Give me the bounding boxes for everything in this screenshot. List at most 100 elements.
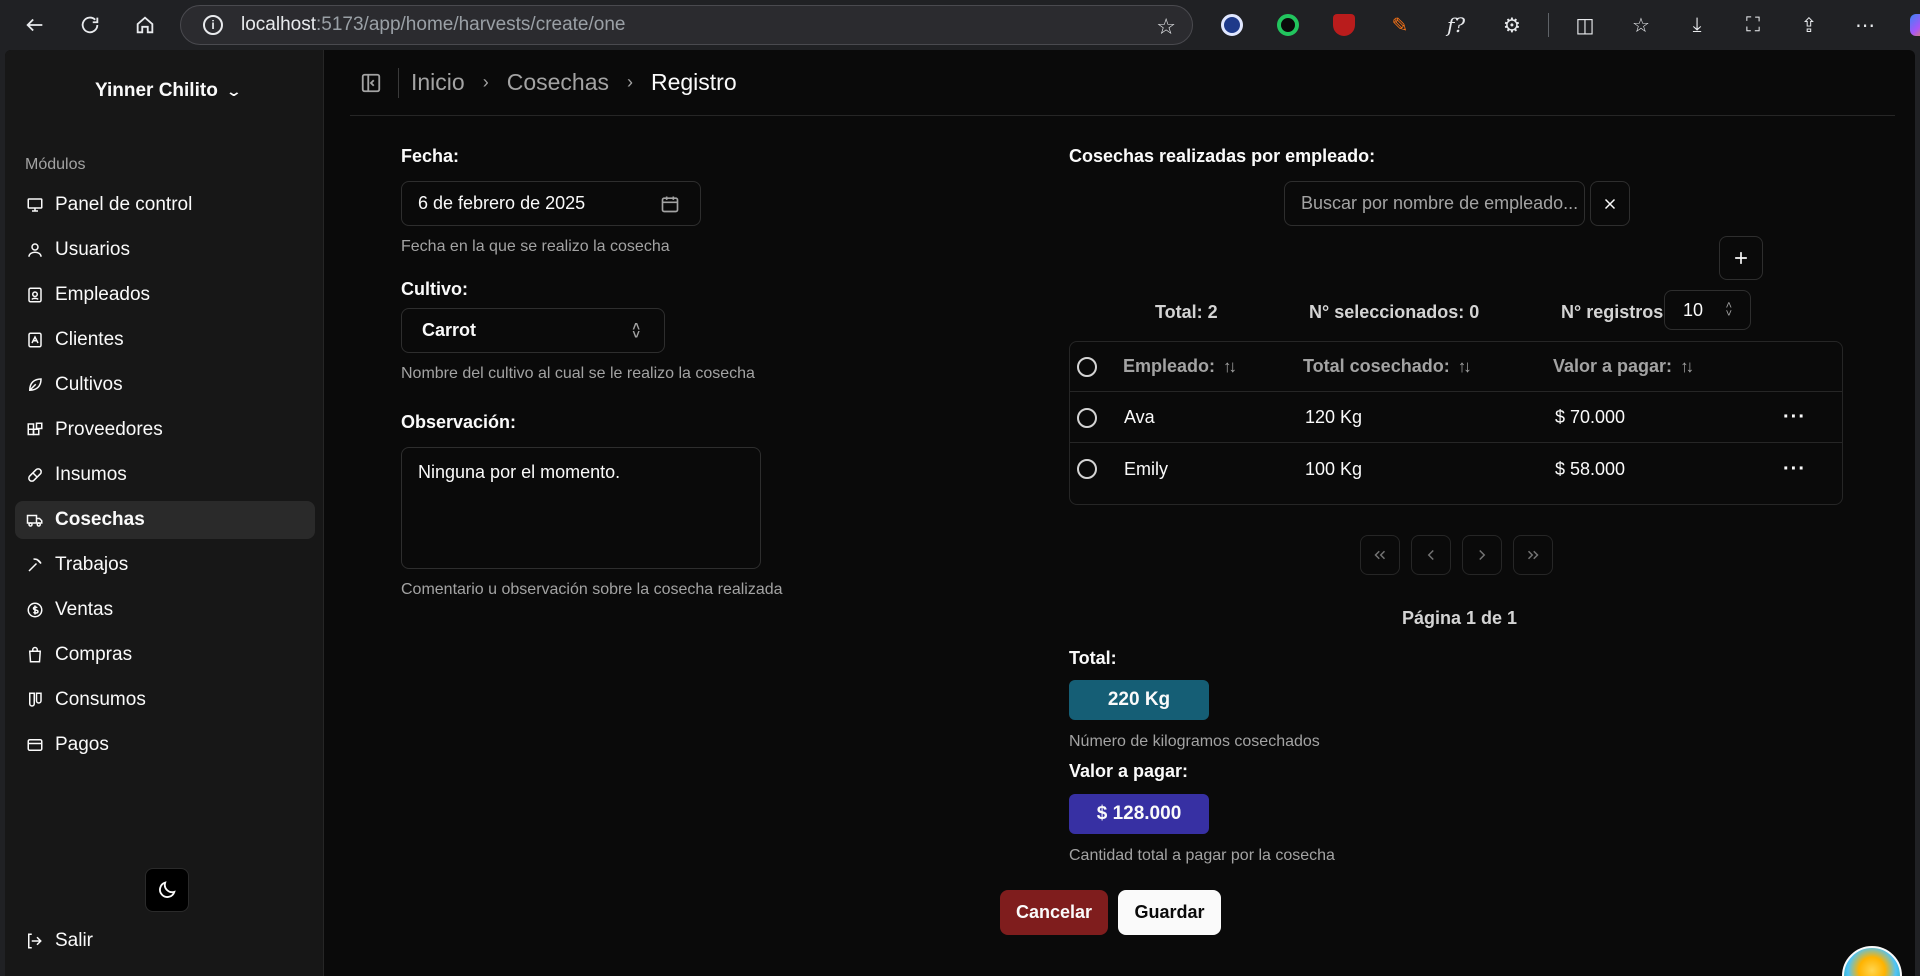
split-screen-icon[interactable]: ◫ [1565,5,1605,45]
extensions-puzzle-icon[interactable]: ⚙ [1492,5,1532,45]
favorite-star-icon[interactable]: ☆ [1156,14,1176,40]
home-icon[interactable] [125,5,165,45]
sort-icon: ↑↓ [1457,356,1472,376]
sort-icon: ↑↓ [1223,356,1237,376]
theme-toggle-button[interactable] [145,868,189,912]
row-actions-icon[interactable]: ··· [1783,406,1806,429]
first-page-button[interactable] [1360,535,1400,575]
sidebar-item-employees[interactable]: Empleados [15,276,315,314]
row-select-radio[interactable] [1077,459,1097,479]
select-all-radio[interactable] [1077,356,1097,377]
extension-target-icon[interactable] [1268,5,1308,45]
date-help: Fecha en la que se realizo la cosecha [401,238,670,255]
sidebar-item-clients[interactable]: Clientes [15,321,315,359]
chevron-down-icon: ⌄ [225,82,242,99]
observation-label: Observación: [401,412,517,432]
sidebar: Yinner Chilito ⌄ Módulos Panel de contro… [5,50,324,976]
table-row[interactable]: Ava 120 Kg $ 70.000 ··· [1070,393,1842,443]
sidebar-item-sales[interactable]: Ventas [15,591,315,629]
sidebar-item-label: Clientes [55,329,124,350]
extension-ublock-icon[interactable] [1324,5,1364,45]
sidebar-item-harvests[interactable]: Cosechas [15,501,315,539]
sidebar-item-panel[interactable]: Panel de control [15,186,315,224]
sidebar-item-supplies[interactable]: Insumos [15,456,315,494]
sidebar-item-label: Proveedores [55,419,163,440]
extension-shield-icon[interactable] [1212,5,1252,45]
more-menu-icon[interactable]: ⋯ [1845,5,1885,45]
share-icon[interactable]: ⇪ [1789,5,1829,45]
pill-icon [25,465,45,485]
pay-badge: $ 128.000 [1069,794,1209,834]
sidebar-item-purchases[interactable]: Compras [15,636,315,674]
calendar-icon [661,196,679,212]
sidebar-item-users[interactable]: Usuarios [15,231,315,269]
last-page-button[interactable] [1513,535,1553,575]
date-value: 6 de febrero de 2025 [418,193,586,213]
monitor-icon [25,195,45,215]
add-harvest-button[interactable] [1719,236,1763,280]
date-picker[interactable]: 6 de febrero de 2025 [401,181,701,226]
user-name: Yinner Chilito [95,80,218,101]
extension-function-icon[interactable]: f? [1436,5,1476,45]
records-value: 10 [1683,299,1704,320]
sidebar-item-payments[interactable]: Pagos [15,726,315,764]
cell-total: 100 Kg [1305,458,1363,479]
column-employee[interactable]: Empleado: ↑↓ [1123,356,1237,377]
downloads-icon[interactable]: ⤓ [1677,5,1717,45]
close-icon [1604,198,1616,209]
table-row[interactable]: Emily 100 Kg $ 58.000 ··· [1070,444,1842,494]
logout-button[interactable]: Salir [25,930,93,952]
records-per-page-select[interactable]: 10 ˄ ˅ [1664,290,1751,330]
harvests-title: Cosechas realizadas por empleado: [1069,146,1376,166]
crop-select[interactable]: Carrot ˄ ˅ [401,308,665,353]
screenshot-icon[interactable]: ⛶ [1733,5,1773,45]
url-path: :5173/app/home/harvests/create/one [316,14,626,35]
sidebar-item-consumptions[interactable]: Consumos [15,681,315,719]
floating-assistant-avatar[interactable] [1842,946,1902,976]
truck-icon [25,510,45,530]
clear-search-button[interactable] [1590,181,1630,226]
cell-total: 120 Kg [1305,407,1363,427]
user-menu[interactable]: Yinner Chilito ⌄ [95,80,242,102]
chevrons-up-down-icon: ˄ ˅ [632,318,640,342]
sort-icon: ↑↓ [1680,356,1694,376]
sidebar-item-works[interactable]: Trabajos [15,546,315,584]
sidebar-item-crops[interactable]: Cultivos [15,366,315,404]
row-select-radio[interactable] [1077,407,1097,428]
breadcrumb-home[interactable]: Inicio [411,69,465,96]
sidebar-item-suppliers[interactable]: Proveedores [15,411,315,449]
previous-page-button[interactable] [1411,535,1451,575]
back-icon[interactable] [15,5,55,45]
next-page-button[interactable] [1462,535,1502,575]
column-total[interactable]: Total cosechado: ↑↓ [1303,356,1472,377]
crop-value: Carrot [422,320,477,340]
save-button[interactable]: Guardar [1118,890,1221,935]
sidebar-toggle-icon[interactable] [360,72,382,94]
breadcrumb: Inicio › Cosechas › Registro [411,69,737,96]
reload-icon[interactable] [70,5,110,45]
observation-help: Comentario u observación sobre la cosech… [401,581,783,598]
address-bar[interactable]: i localhost:5173/app/home/harvests/creat… [180,5,1193,45]
sidebar-item-label: Trabajos [55,554,129,575]
flask-icon [25,690,45,710]
extension-pen-icon[interactable]: ✎ [1380,5,1420,45]
column-value[interactable]: Valor a pagar: ↑↓ [1553,356,1694,377]
favorites-icon[interactable]: ☆ [1621,5,1661,45]
logout-label: Salir [55,930,94,951]
toolbar-divider [1548,13,1549,37]
total-label: Total: [1069,648,1117,668]
observation-textarea[interactable]: Ninguna por el momento. [401,447,761,569]
copilot-icon[interactable] [1901,5,1920,45]
pickaxe-icon [25,555,45,575]
page-info: Página 1 de 1 [1402,608,1518,628]
employee-search-input[interactable]: Buscar por nombre de empleado... [1284,181,1585,226]
sidebar-item-label: Consumos [55,689,146,710]
column-label: Empleado: [1123,356,1216,376]
dollar-icon [25,600,45,620]
cancel-button[interactable]: Cancelar [1000,890,1108,935]
breadcrumb-harvests[interactable]: Cosechas [507,69,609,96]
row-actions-icon[interactable]: ··· [1783,458,1806,481]
total-help: Número de kilogramos cosechados [1069,733,1320,750]
site-info-icon[interactable]: i [203,15,223,35]
chevrons-left-icon [1374,550,1386,560]
